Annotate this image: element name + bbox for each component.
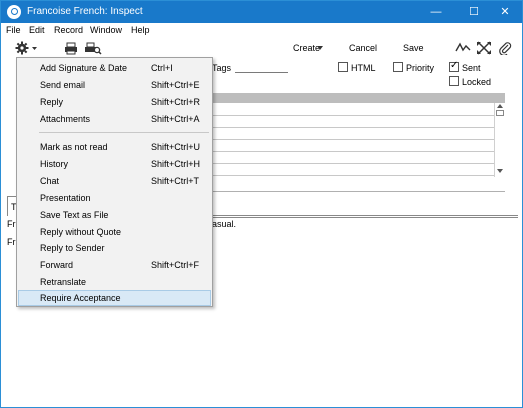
maximize-button[interactable]: ☐ bbox=[457, 1, 491, 23]
grid-row-line bbox=[212, 139, 505, 140]
body-text-start: Fr bbox=[7, 219, 16, 229]
separator-line bbox=[212, 191, 505, 192]
sent-checkbox[interactable] bbox=[449, 60, 459, 72]
scroll-thumb[interactable] bbox=[496, 110, 504, 116]
create-button[interactable]: Create bbox=[293, 43, 320, 53]
toolbar: Create Cancel Save bbox=[1, 38, 522, 58]
locked-label: Locked bbox=[462, 77, 492, 87]
menu-item-save-text-as-file[interactable]: Save Text as File bbox=[18, 207, 211, 223]
wave-icon[interactable] bbox=[455, 41, 471, 55]
priority-label: Priority bbox=[406, 63, 435, 73]
menu-separator bbox=[39, 132, 209, 133]
title-bar: Francoise French: Inspect — ☐ ✕ bbox=[1, 1, 522, 23]
menu-item-history[interactable]: History Shift+Ctrl+H bbox=[18, 156, 211, 172]
html-label: HTML bbox=[351, 63, 376, 73]
menu-window[interactable]: Window bbox=[90, 25, 122, 35]
inspect-window: Francoise French: Inspect — ☐ ✕ File Edi… bbox=[0, 0, 523, 408]
chevron-down-icon bbox=[317, 46, 323, 50]
gear-icon[interactable] bbox=[15, 41, 39, 55]
menu-record[interactable]: Record bbox=[54, 25, 83, 35]
minimize-button[interactable]: — bbox=[419, 1, 453, 23]
actions-dropdown-menu: Add Signature & Date Ctrl+I Send email S… bbox=[16, 57, 213, 307]
grid-header bbox=[212, 93, 505, 103]
paperclip-icon[interactable] bbox=[497, 41, 513, 55]
menu-item-require-acceptance[interactable]: Require Acceptance bbox=[18, 290, 211, 306]
scroll-down-icon[interactable] bbox=[497, 169, 503, 173]
expand-icon[interactable] bbox=[476, 41, 492, 55]
window-title: Francoise French: Inspect bbox=[27, 6, 143, 17]
tags-field[interactable] bbox=[235, 72, 288, 73]
menu-item-reply[interactable]: Reply Shift+Ctrl+R bbox=[18, 94, 211, 110]
menu-item-chat[interactable]: Chat Shift+Ctrl+T bbox=[18, 173, 211, 189]
grid-row-line bbox=[212, 163, 505, 164]
grid-row-line bbox=[212, 127, 505, 128]
locked-checkbox[interactable] bbox=[449, 76, 459, 86]
menu-help[interactable]: Help bbox=[131, 25, 150, 35]
menu-item-reply-without-quote[interactable]: Reply without Quote bbox=[18, 224, 211, 240]
menu-item-presentation[interactable]: Presentation bbox=[18, 190, 211, 206]
grid-row-line bbox=[212, 151, 505, 152]
grid-row-line bbox=[212, 175, 505, 176]
menu-edit[interactable]: Edit bbox=[29, 25, 45, 35]
print-preview-icon[interactable] bbox=[84, 41, 102, 55]
body-text-line2: Fr bbox=[7, 237, 16, 247]
menu-item-retranslate[interactable]: Retranslate bbox=[18, 274, 211, 290]
menu-file[interactable]: File bbox=[6, 25, 21, 35]
menu-item-forward[interactable]: Forward Shift+Ctrl+F bbox=[18, 257, 211, 273]
html-checkbox[interactable] bbox=[338, 62, 348, 72]
cancel-button[interactable]: Cancel bbox=[349, 43, 377, 53]
close-button[interactable]: ✕ bbox=[488, 1, 522, 23]
text-area-border bbox=[212, 217, 518, 218]
menu-item-mark-not-read[interactable]: Mark as not read Shift+Ctrl+U bbox=[18, 139, 211, 155]
tags-label: Tags bbox=[212, 63, 232, 73]
text-area-border bbox=[212, 215, 518, 216]
body-text-end: asual. bbox=[212, 219, 237, 229]
save-button[interactable]: Save bbox=[403, 43, 424, 53]
grid-row-line bbox=[212, 115, 505, 116]
menu-item-attachments[interactable]: Attachments Shift+Ctrl+A bbox=[18, 111, 211, 127]
menu-item-send-email[interactable]: Send email Shift+Ctrl+E bbox=[18, 77, 211, 93]
grid-scrollbar[interactable] bbox=[494, 103, 505, 177]
scroll-up-icon[interactable] bbox=[497, 104, 503, 108]
sent-label: Sent bbox=[462, 63, 481, 73]
menu-item-reply-to-sender[interactable]: Reply to Sender bbox=[18, 240, 211, 256]
app-icon bbox=[7, 5, 21, 19]
menu-item-add-signature[interactable]: Add Signature & Date Ctrl+I bbox=[18, 60, 211, 76]
print-icon[interactable] bbox=[63, 41, 79, 55]
priority-checkbox[interactable] bbox=[393, 62, 403, 72]
menu-bar: File Edit Record Window Help bbox=[1, 23, 522, 38]
